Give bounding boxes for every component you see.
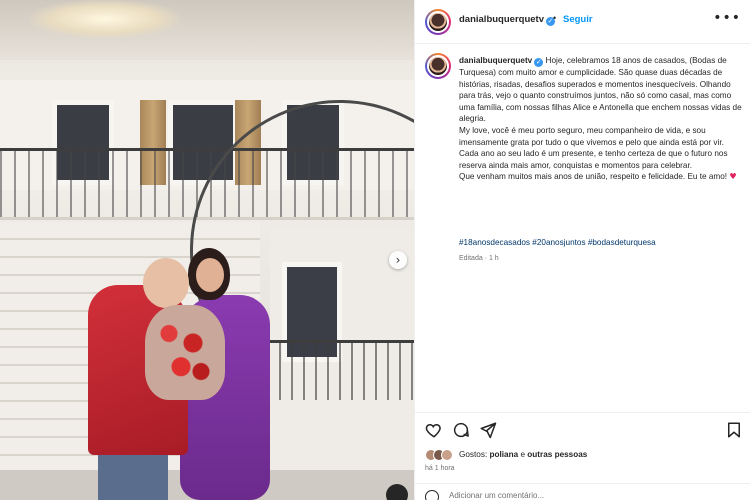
comment-input[interactable]: Adicionar um comentário... [449, 491, 544, 500]
post-header: danialbuquerquetv ✓ • Seguir ••• [415, 0, 750, 44]
photo-man-legs [98, 448, 168, 500]
author-avatar[interactable] [425, 9, 451, 35]
comment-bar: Adicionar um comentário... [415, 483, 750, 500]
likes-connector: e [518, 450, 528, 459]
caption-text: My love, você é meu porto seguro, meu co… [459, 125, 728, 170]
photo-woman-face [196, 258, 224, 292]
heart-icon[interactable] [425, 421, 443, 439]
audio-toggle-button[interactable] [386, 484, 408, 500]
photo-chandelier [30, 0, 180, 38]
caption-author-avatar[interactable] [425, 53, 451, 79]
post-caption: danialbuquerquetv ✓ Hoje, celebramos 18 a… [459, 55, 743, 183]
share-icon[interactable] [479, 421, 497, 439]
avatar [427, 55, 449, 77]
post-photo[interactable]: › [0, 0, 414, 500]
caption-username[interactable]: danialbuquerquetv [459, 56, 532, 65]
next-photo-button[interactable]: › [389, 251, 407, 269]
photo-lower-rail [255, 340, 414, 400]
post-side-panel: danialbuquerquetv ✓ • Seguir ••• danialbu… [414, 0, 750, 500]
author-username[interactable]: danialbuquerquetv ✓ [459, 14, 555, 26]
username-text[interactable]: danialbuquerquetv [459, 14, 544, 25]
caption-paragraph: My love, você é meu porto seguro, meu co… [459, 125, 743, 171]
bookmark-icon[interactable] [725, 421, 743, 439]
photo-man-head [143, 258, 189, 308]
comment-icon[interactable] [452, 421, 470, 439]
post-actions [415, 412, 750, 444]
more-options-icon[interactable]: ••• [713, 10, 741, 26]
caption-text: Que venham muitos mais anos de união, re… [459, 172, 728, 182]
caption-hashtags[interactable]: #18anosdecasados #20anosjuntos #bodasdet… [459, 238, 656, 247]
photo-bouquet [145, 305, 225, 400]
liker-username[interactable]: poliana [490, 450, 519, 459]
caption-paragraph: Que venham muitos mais anos de união, re… [459, 171, 743, 183]
likes-prefix: Gostos: [459, 450, 490, 459]
follow-button[interactable]: Seguir [563, 14, 593, 25]
liker-avatar [441, 449, 453, 461]
avatar [427, 11, 449, 33]
caption-paragraph: danialbuquerquetv ✓ Hoje, celebramos 18 a… [459, 55, 743, 125]
edited-timestamp: Editada · 1 h [459, 255, 499, 262]
emoji-icon[interactable] [425, 490, 439, 500]
verified-icon: ✓ [534, 58, 544, 67]
post-time: há 1 hora [425, 465, 455, 472]
other-likers-link[interactable]: outras pessoas [527, 450, 587, 459]
likes-text: Gostos: poliana e outras pessoas [459, 450, 587, 459]
heart-emoji-icon: ♥ [729, 171, 737, 182]
separator-dot: • [553, 13, 557, 23]
caption-text: Hoje, celebramos 18 anos de casados, (Bo… [459, 56, 742, 124]
